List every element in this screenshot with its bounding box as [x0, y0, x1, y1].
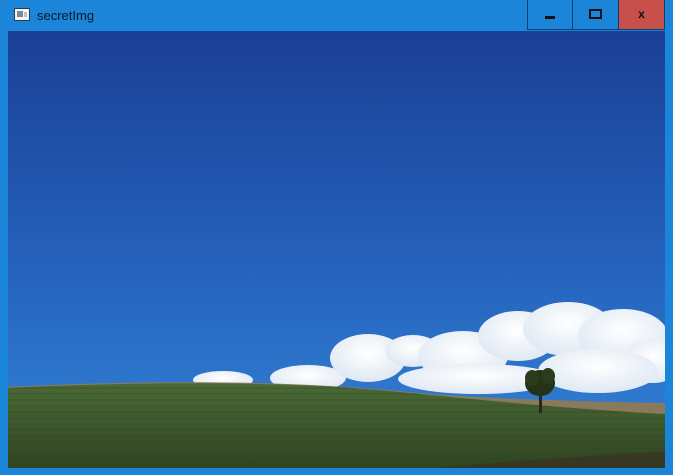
image-viewport: [8, 31, 665, 468]
landscape-image: [8, 31, 665, 468]
minimize-icon: [545, 16, 555, 19]
maximize-button[interactable]: [573, 0, 619, 30]
title-bar[interactable]: secretImg x: [0, 0, 673, 31]
maximize-icon: [589, 8, 602, 19]
close-icon: x: [638, 6, 645, 21]
minimize-button[interactable]: [527, 0, 573, 30]
window-title: secretImg: [37, 8, 95, 23]
app-window: secretImg x: [0, 0, 673, 475]
close-button[interactable]: x: [619, 0, 665, 30]
app-icon[interactable]: [14, 8, 30, 21]
